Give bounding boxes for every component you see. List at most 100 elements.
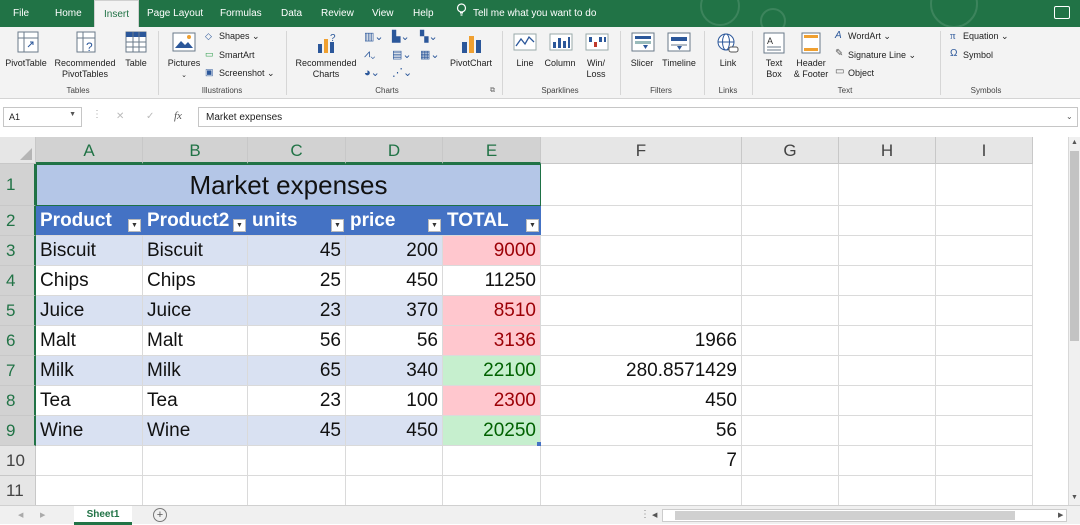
column-header-g[interactable]: G xyxy=(742,137,839,164)
cell[interactable] xyxy=(936,446,1033,476)
next-sheet-icon[interactable]: ▶ xyxy=(40,511,45,519)
scroll-down-icon[interactable]: ▼ xyxy=(1071,494,1078,501)
row-header-1[interactable]: 1 xyxy=(0,164,36,206)
header-footer-button[interactable]: Header & Footer xyxy=(794,58,829,80)
sheet-tab-sheet1[interactable]: Sheet1 xyxy=(74,506,132,525)
table-cell[interactable]: 340 xyxy=(346,356,443,386)
cell[interactable] xyxy=(839,164,936,206)
column-header-h[interactable]: H xyxy=(839,137,936,164)
scroll-right-icon[interactable]: ▶ xyxy=(1058,511,1063,519)
cell[interactable] xyxy=(36,476,143,505)
filter-dropdown-icon[interactable]: ▼ xyxy=(331,219,344,232)
sparkline-column-button[interactable]: Column xyxy=(544,58,575,69)
recommended-pivottables-button[interactable]: Recommended PivotTables xyxy=(54,58,115,80)
table-cell[interactable]: 8510 xyxy=(443,296,541,326)
sparkline-line-button[interactable]: Line xyxy=(516,58,533,69)
pie-chart-icon[interactable]: ◕⌄ xyxy=(364,66,380,79)
table-cell[interactable]: 11250 xyxy=(443,266,541,296)
table-cell[interactable]: Juice xyxy=(143,296,248,326)
menu-review[interactable]: Review xyxy=(321,0,354,27)
column-header-a[interactable]: A xyxy=(36,137,143,164)
object-button[interactable]: Object xyxy=(848,68,874,78)
table-cell[interactable]: 45 xyxy=(248,416,346,446)
menu-page-layout[interactable]: Page Layout xyxy=(147,0,203,27)
cell[interactable] xyxy=(839,416,936,446)
table-cell[interactable]: 20250 xyxy=(443,416,541,446)
cell[interactable] xyxy=(936,476,1033,505)
cell[interactable] xyxy=(839,266,936,296)
table-cell[interactable]: Wine xyxy=(36,416,143,446)
row-header-4[interactable]: 4 xyxy=(0,266,36,296)
recommended-charts-button[interactable]: Recommended Charts xyxy=(295,58,356,80)
cell[interactable] xyxy=(936,164,1033,206)
table-cell[interactable]: 23 xyxy=(248,296,346,326)
cell[interactable] xyxy=(346,446,443,476)
symbol-button[interactable]: Symbol xyxy=(963,50,993,60)
cell[interactable] xyxy=(742,266,839,296)
cell[interactable] xyxy=(742,476,839,505)
row-header-3[interactable]: 3 xyxy=(0,236,36,266)
smartart-button[interactable]: SmartArt xyxy=(219,50,255,60)
menu-file[interactable]: File xyxy=(13,0,29,27)
cell[interactable] xyxy=(742,386,839,416)
slicer-button[interactable]: Slicer xyxy=(631,58,654,69)
column-header-e[interactable]: E xyxy=(443,137,541,164)
table-cell[interactable]: Malt xyxy=(143,326,248,356)
sort-filter-icon[interactable]: ▼ xyxy=(128,219,141,232)
cell[interactable] xyxy=(346,476,443,505)
statistic-chart-icon[interactable]: ▤⌄ xyxy=(392,48,412,61)
column-header-f[interactable]: F xyxy=(541,137,742,164)
column-header-i[interactable]: I xyxy=(936,137,1033,164)
cell-f8[interactable]: 450 xyxy=(541,386,742,416)
dialog-launcher-icon[interactable]: ⧉ xyxy=(490,87,495,95)
table-cell[interactable]: 3136 xyxy=(443,326,541,356)
cell[interactable] xyxy=(839,296,936,326)
row-header-2[interactable]: 2 xyxy=(0,206,36,236)
scatter-chart-icon[interactable]: ⋰⌄ xyxy=(392,66,412,79)
column-chart-icon[interactable]: ▥⌄ xyxy=(364,30,384,43)
cell[interactable] xyxy=(936,326,1033,356)
menu-data[interactable]: Data xyxy=(281,0,302,27)
menu-formulas[interactable]: Formulas xyxy=(220,0,262,27)
wordart-button[interactable]: WordArt ⌄ xyxy=(848,31,891,42)
cell-f7[interactable]: 280.8571429 xyxy=(541,356,742,386)
table-header-product[interactable]: Product ▼ xyxy=(36,206,143,236)
table-cell[interactable]: Milk xyxy=(36,356,143,386)
table-cell[interactable]: Chips xyxy=(36,266,143,296)
cell[interactable] xyxy=(143,476,248,505)
filter-dropdown-icon[interactable]: ▼ xyxy=(526,219,539,232)
cancel-icon[interactable]: ✕ xyxy=(116,111,124,122)
cell-f10[interactable]: 7 xyxy=(541,446,742,476)
prev-sheet-icon[interactable]: ◀ xyxy=(18,511,23,519)
pivottable-button[interactable]: PivotTable xyxy=(5,58,47,69)
cell[interactable] xyxy=(36,446,143,476)
chevron-down-icon[interactable]: ▼ xyxy=(69,111,76,118)
waterfall-chart-icon[interactable]: ▚⌄ xyxy=(420,30,438,43)
table-cell[interactable]: Tea xyxy=(143,386,248,416)
timeline-button[interactable]: Timeline xyxy=(662,58,696,69)
cell[interactable] xyxy=(839,356,936,386)
cell[interactable] xyxy=(443,446,541,476)
table-cell[interactable]: 2300 xyxy=(443,386,541,416)
row-header-6[interactable]: 6 xyxy=(0,326,36,356)
row-header-8[interactable]: 8 xyxy=(0,386,36,416)
table-cell[interactable]: Juice xyxy=(36,296,143,326)
vertical-scrollbar[interactable]: ▲ ▼ xyxy=(1068,137,1080,505)
row-header-10[interactable]: 10 xyxy=(0,446,36,476)
row-header-5[interactable]: 5 xyxy=(0,296,36,326)
cell[interactable] xyxy=(839,236,936,266)
table-cell[interactable]: 370 xyxy=(346,296,443,326)
menu-home[interactable]: Home xyxy=(55,0,82,27)
cell[interactable] xyxy=(443,476,541,505)
cell[interactable] xyxy=(936,236,1033,266)
cell[interactable] xyxy=(839,206,936,236)
table-cell[interactable]: Biscuit xyxy=(36,236,143,266)
table-header-product2[interactable]: Product2 ▼ xyxy=(143,206,248,236)
cell[interactable] xyxy=(742,206,839,236)
cell[interactable] xyxy=(742,236,839,266)
cell[interactable] xyxy=(936,356,1033,386)
cell[interactable] xyxy=(936,206,1033,236)
textbox-button[interactable]: Text Box xyxy=(766,58,783,80)
combo-chart-icon[interactable]: ▦⌄ xyxy=(420,48,440,61)
menu-view[interactable]: View xyxy=(372,0,394,27)
